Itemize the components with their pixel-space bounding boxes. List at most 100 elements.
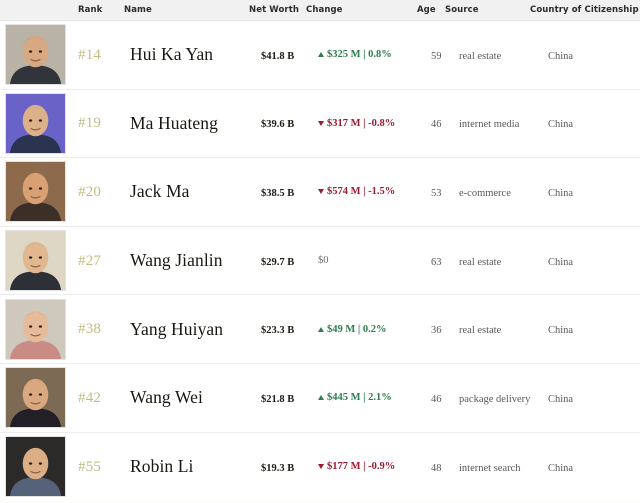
profile-photo-cell[interactable] [0,230,72,292]
source-cell: internet search [455,458,546,476]
profile-photo-cell[interactable] [0,92,72,154]
arrow-down-icon [318,120,324,126]
source-value: package delivery [459,393,531,405]
age-value: 59 [431,50,442,62]
profile-photo-cell[interactable] [0,436,72,498]
name-cell[interactable]: Hui Ka Yan [124,44,261,65]
change-value: $445 M | 2.1% [327,392,392,404]
net-worth-cell: $23.3 B [261,320,316,338]
person-name[interactable]: Robin Li [130,456,194,476]
country-value: China [548,187,574,199]
change-value-wrap: $0 [318,255,431,266]
net-worth-cell: $39.6 B [261,114,316,132]
profile-photo-cell[interactable] [0,161,72,223]
person-name[interactable]: Wang Wei [130,387,203,407]
net-worth-value: $29.7 B [261,256,295,268]
source-value: real estate [459,325,502,337]
name-cell[interactable]: Wang Jianlin [124,250,261,271]
name-cell[interactable]: Robin Li [124,456,261,477]
change-value-wrap: $574 M | -1.5% [318,186,431,197]
person-name[interactable]: Hui Ka Yan [130,44,213,64]
age-cell: 63 [431,252,455,270]
column-header-source[interactable]: Source [441,5,528,15]
person-name[interactable]: Wang Jianlin [130,250,223,270]
rank-value: #27 [78,252,102,269]
country-cell: China [546,389,640,407]
change-value-wrap: $317 M | -0.8% [318,118,431,129]
source-value: real estate [459,50,502,62]
change-cell: $574 M | -1.5% [316,186,431,197]
person-name[interactable]: Ma Huateng [130,113,218,133]
age-value: 48 [431,462,442,474]
portrait-yang-huiyan[interactable] [5,298,66,360]
source-cell: e-commerce [455,183,546,201]
column-header-name[interactable]: Name [118,5,249,15]
column-header-country[interactable]: Country of Citizenship [528,5,639,15]
profile-photo-cell[interactable] [0,24,72,86]
name-cell[interactable]: Yang Huiyan [124,319,261,340]
arrow-down-icon [318,189,324,195]
column-header-rank[interactable]: Rank [72,5,118,15]
profile-photo-cell[interactable] [0,367,72,429]
country-cell: China [546,183,640,201]
source-value: internet media [459,119,520,131]
country-cell: China [546,320,640,338]
net-worth-cell: $29.7 B [261,252,316,270]
rank-value: #38 [78,321,102,338]
portrait-ma-huateng[interactable] [5,92,66,154]
name-cell[interactable]: Wang Wei [124,387,261,408]
column-header-net-worth[interactable]: Net Worth [249,5,304,15]
name-cell[interactable]: Jack Ma [124,181,261,202]
country-cell: China [546,114,640,132]
net-worth-value: $41.8 B [261,50,295,62]
portrait-hui-ka-yan[interactable] [5,24,66,86]
country-value: China [548,462,574,474]
source-cell: real estate [455,320,546,338]
rank-value: #20 [78,183,102,200]
table-row[interactable]: #38 Yang Huiyan $23.3 B $49 M | 0.2% 36 real … [0,295,640,364]
age-value: 63 [431,256,442,268]
column-header-change[interactable]: Change [304,5,417,15]
rank-value: #55 [78,458,102,475]
source-cell: package delivery [455,389,546,407]
portrait-jack-ma[interactable] [5,161,66,223]
country-cell: China [546,458,640,476]
age-cell: 46 [431,114,455,132]
country-value: China [548,256,574,268]
table-row[interactable]: #55 Robin Li $19.3 B $177 M | -0.9% 48 intern… [0,432,640,502]
change-value: $317 M | -0.8% [327,117,396,129]
billionaires-table: Rank Name Net Worth Change Age Source Co… [0,0,640,503]
age-cell: 53 [431,183,455,201]
table-row[interactable]: #19 Ma Huateng $39.6 B $317 M | -0.8% 46 inte… [0,89,640,159]
age-cell: 48 [431,458,455,476]
portrait-robin-li[interactable] [5,436,66,498]
source-value: real estate [459,256,502,268]
change-value-wrap: $445 M | 2.1% [318,392,431,403]
change-value-wrap: $49 M | 0.2% [318,324,431,335]
person-name[interactable]: Yang Huiyan [130,319,223,339]
profile-photo-cell[interactable] [0,298,72,360]
change-value: $49 M | 0.2% [327,323,387,335]
age-value: 36 [431,325,442,337]
country-value: China [548,50,574,62]
portrait-wang-wei[interactable] [5,367,66,429]
table-row[interactable]: #14 Hui Ka Yan $41.8 B $325 M | 0.8% 59 real … [0,21,640,90]
country-cell: China [546,46,640,64]
arrow-up-icon [318,326,324,332]
table-row[interactable]: #42 Wang Wei $21.8 B $445 M | 2.1% 46 package… [0,363,640,433]
source-value: e-commerce [459,187,511,199]
name-cell[interactable]: Ma Huateng [124,113,261,134]
arrow-up-icon [318,52,324,58]
person-name[interactable]: Jack Ma [130,181,190,201]
source-cell: internet media [455,114,546,132]
portrait-wang-jianlin[interactable] [5,230,66,292]
country-value: China [548,325,574,337]
rank-cell: #20 [72,183,124,201]
rank-cell: #19 [72,114,124,132]
rank-cell: #27 [72,252,124,270]
table-row[interactable]: #20 Jack Ma $38.5 B $574 M | -1.5% 53 e-comme… [0,158,640,227]
net-worth-value: $39.6 B [261,119,295,131]
column-header-age[interactable]: Age [417,5,441,15]
table-row[interactable]: #27 Wang Jianlin $29.7 B $0 63 real estate Chi… [0,226,640,296]
change-value-wrap: $177 M | -0.9% [318,461,431,472]
